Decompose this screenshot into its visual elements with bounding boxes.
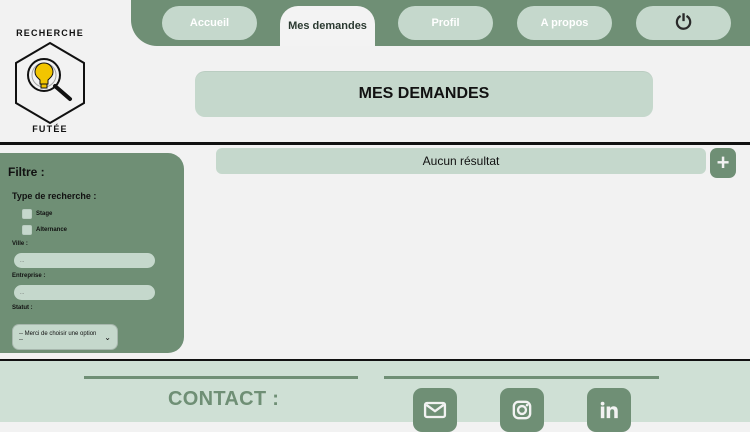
logout-power-button[interactable]: ⏻ [636, 6, 731, 40]
ville-label: Ville : [12, 241, 28, 247]
instagram-button[interactable] [500, 388, 544, 432]
brand-logo: RECHERCHE FUTÉE [0, 25, 100, 135]
logo-hexagon-icon [15, 41, 85, 125]
nav-profil-button[interactable]: Profil [398, 6, 493, 40]
logo-title: RECHERCHE [16, 28, 84, 38]
nav-profil-label: Profil [431, 17, 460, 29]
statut-select-value: -- Merci de choisir une option -- [19, 331, 97, 343]
mail-icon [423, 401, 447, 419]
contact-title: CONTACT : [168, 388, 280, 410]
entreprise-input[interactable] [14, 285, 155, 300]
nav-accueil-button[interactable]: Accueil [162, 6, 257, 40]
chevron-down-icon: ⌄ [104, 332, 111, 342]
logo-subtitle: FUTÉE [32, 124, 68, 134]
nav-mes-demandes-label: Mes demandes [288, 20, 367, 32]
linkedin-icon [600, 401, 618, 419]
top-navigation: Accueil Mes demandes Profil A propos ⏻ [131, 0, 750, 46]
search-type-label: Type de recherche : [12, 191, 97, 201]
footer-bar-right [384, 376, 659, 379]
add-demande-button[interactable]: + [710, 148, 736, 178]
filter-panel: Filtre : Type de recherche : Stage Alter… [0, 153, 184, 353]
filter-title: Filtre : [8, 165, 45, 179]
statut-select[interactable]: -- Merci de choisir une option -- ⌄ [12, 324, 118, 350]
nav-mes-demandes-tab[interactable]: Mes demandes [280, 6, 375, 46]
stage-label: Stage [36, 211, 53, 217]
alternance-option[interactable]: Alternance [22, 225, 67, 235]
alternance-label: Alternance [36, 227, 68, 233]
alternance-checkbox[interactable] [22, 225, 32, 235]
entreprise-label: Entreprise : [12, 273, 46, 279]
divider-top [0, 142, 750, 145]
linkedin-button[interactable] [587, 388, 631, 432]
statut-label: Statut : [12, 305, 33, 311]
nav-a-propos-button[interactable]: A propos [517, 6, 612, 40]
footer-bar-left [84, 376, 358, 379]
instagram-icon [512, 400, 532, 420]
nav-accueil-label: Accueil [189, 17, 230, 29]
page-title: MES DEMANDES [195, 71, 653, 117]
mail-button[interactable] [413, 388, 457, 432]
results-empty-state: Aucun résultat [216, 148, 706, 174]
plus-icon: + [716, 150, 730, 175]
power-icon: ⏻ [675, 11, 692, 34]
stage-checkbox[interactable] [22, 209, 32, 219]
stage-option[interactable]: Stage [22, 209, 52, 219]
nav-a-propos-label: A propos [540, 17, 589, 29]
footer: CONTACT : [0, 361, 750, 432]
ville-input[interactable] [14, 253, 155, 268]
